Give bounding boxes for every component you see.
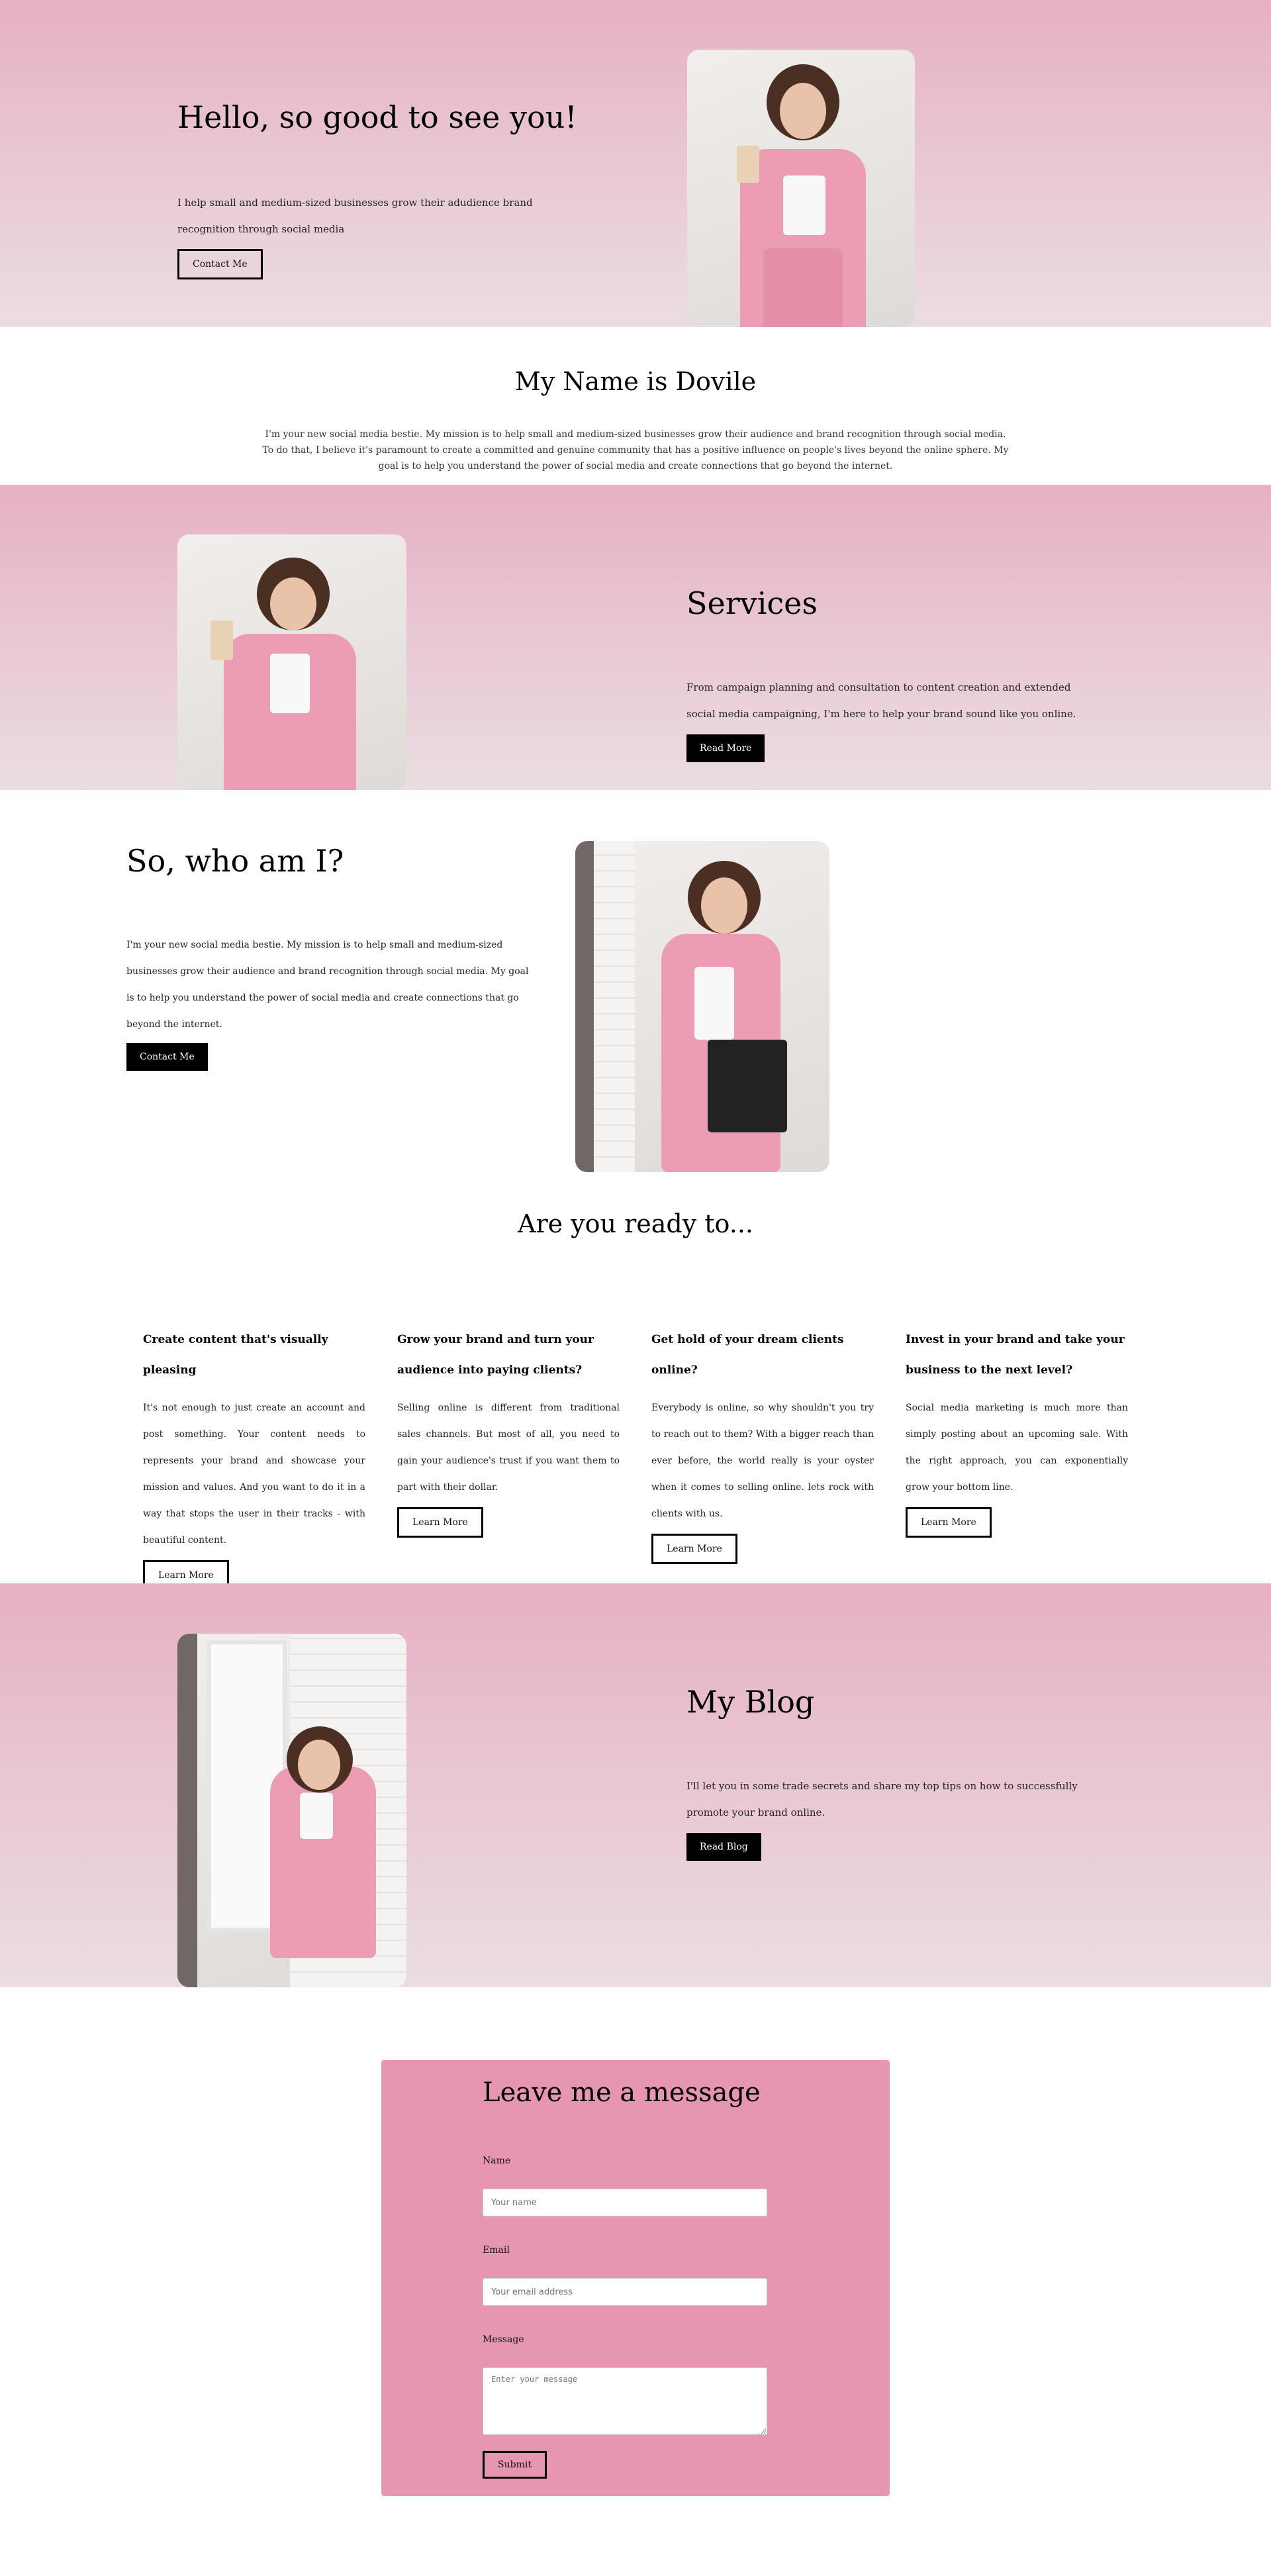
ready-card-title: Invest in your brand and take your busin…	[906, 1333, 1125, 1377]
services-text: From campaign planning and consultation …	[686, 681, 1076, 720]
contact-form: Leave me a message Name Email Message Su…	[381, 2060, 890, 2496]
who-section: So, who am I? I'm your new social media …	[0, 790, 1271, 1172]
submit-button[interactable]: Submit	[483, 2451, 547, 2479]
ready-card-text: Selling online is different from traditi…	[397, 1403, 620, 1493]
blog-text: I'll let you in some trade secrets and s…	[686, 1780, 1078, 1818]
ready-card-title: Grow your brand and turn your audience i…	[397, 1333, 594, 1377]
who-contact-button[interactable]: Contact Me	[126, 1043, 208, 1071]
hero-contact-button[interactable]: Contact Me	[177, 249, 263, 279]
ready-card-text: Everybody is online, so why shouldn't yo…	[651, 1403, 874, 1519]
about-intro-section: My Name is Dovile I'm your new social me…	[0, 327, 1271, 485]
ready-card-learn-more-button[interactable]: Learn More	[651, 1534, 737, 1564]
hero-text: I help small and medium-sized businesses…	[177, 197, 533, 235]
services-section: Services From campaign planning and cons…	[0, 485, 1271, 790]
blog-read-blog-button[interactable]: Read Blog	[686, 1833, 761, 1861]
ready-card-1: Create content that's visually pleasing …	[143, 1324, 365, 1591]
contact-title: Leave me a message	[483, 2077, 761, 2108]
name-label: Name	[483, 2155, 511, 2166]
ready-title: Are you ready to...	[518, 1209, 753, 1238]
who-title: So, who am I?	[126, 843, 344, 879]
ready-card-2: Grow your brand and turn your audience i…	[397, 1324, 620, 1538]
hero-title: Hello, so good to see you!	[177, 99, 577, 135]
services-photo	[177, 534, 406, 790]
about-intro-title: My Name is Dovile	[514, 367, 757, 396]
message-label: Message	[483, 2334, 524, 2345]
hero-section: Hello, so good to see you! I help small …	[0, 0, 1271, 327]
blog-photo	[177, 1634, 406, 1987]
ready-section: Are you ready to... Create content that'…	[0, 1172, 1271, 1591]
blog-section: My Blog I'll let you in some trade secre…	[0, 1583, 1271, 1987]
who-text: I'm your new social media bestie. My mis…	[126, 940, 529, 1030]
ready-card-4: Invest in your brand and take your busin…	[906, 1324, 1128, 1538]
name-input[interactable]	[483, 2189, 767, 2216]
ready-card-title: Create content that's visually pleasing	[143, 1333, 328, 1377]
services-read-more-button[interactable]: Read More	[686, 734, 765, 762]
ready-card-learn-more-button[interactable]: Learn More	[906, 1507, 992, 1538]
ready-card-text: It's not enough to just create an accoun…	[143, 1403, 365, 1546]
email-input[interactable]	[483, 2278, 767, 2306]
services-title: Services	[686, 585, 818, 621]
hero-photo	[687, 50, 915, 327]
ready-card-text: Social media marketing is much more than…	[906, 1403, 1128, 1493]
email-label: Email	[483, 2245, 510, 2255]
ready-card-learn-more-button[interactable]: Learn More	[397, 1507, 483, 1538]
ready-card-title: Get hold of your dream clients online?	[651, 1333, 844, 1377]
contact-section: Leave me a message Name Email Message Su…	[0, 1987, 1271, 2576]
about-intro-text: I'm your new social media bestie. My mis…	[262, 429, 1009, 471]
ready-card-3: Get hold of your dream clients online? E…	[651, 1324, 874, 1564]
who-photo	[575, 841, 829, 1172]
blog-title: My Blog	[686, 1684, 815, 1720]
message-textarea[interactable]	[483, 2367, 767, 2435]
